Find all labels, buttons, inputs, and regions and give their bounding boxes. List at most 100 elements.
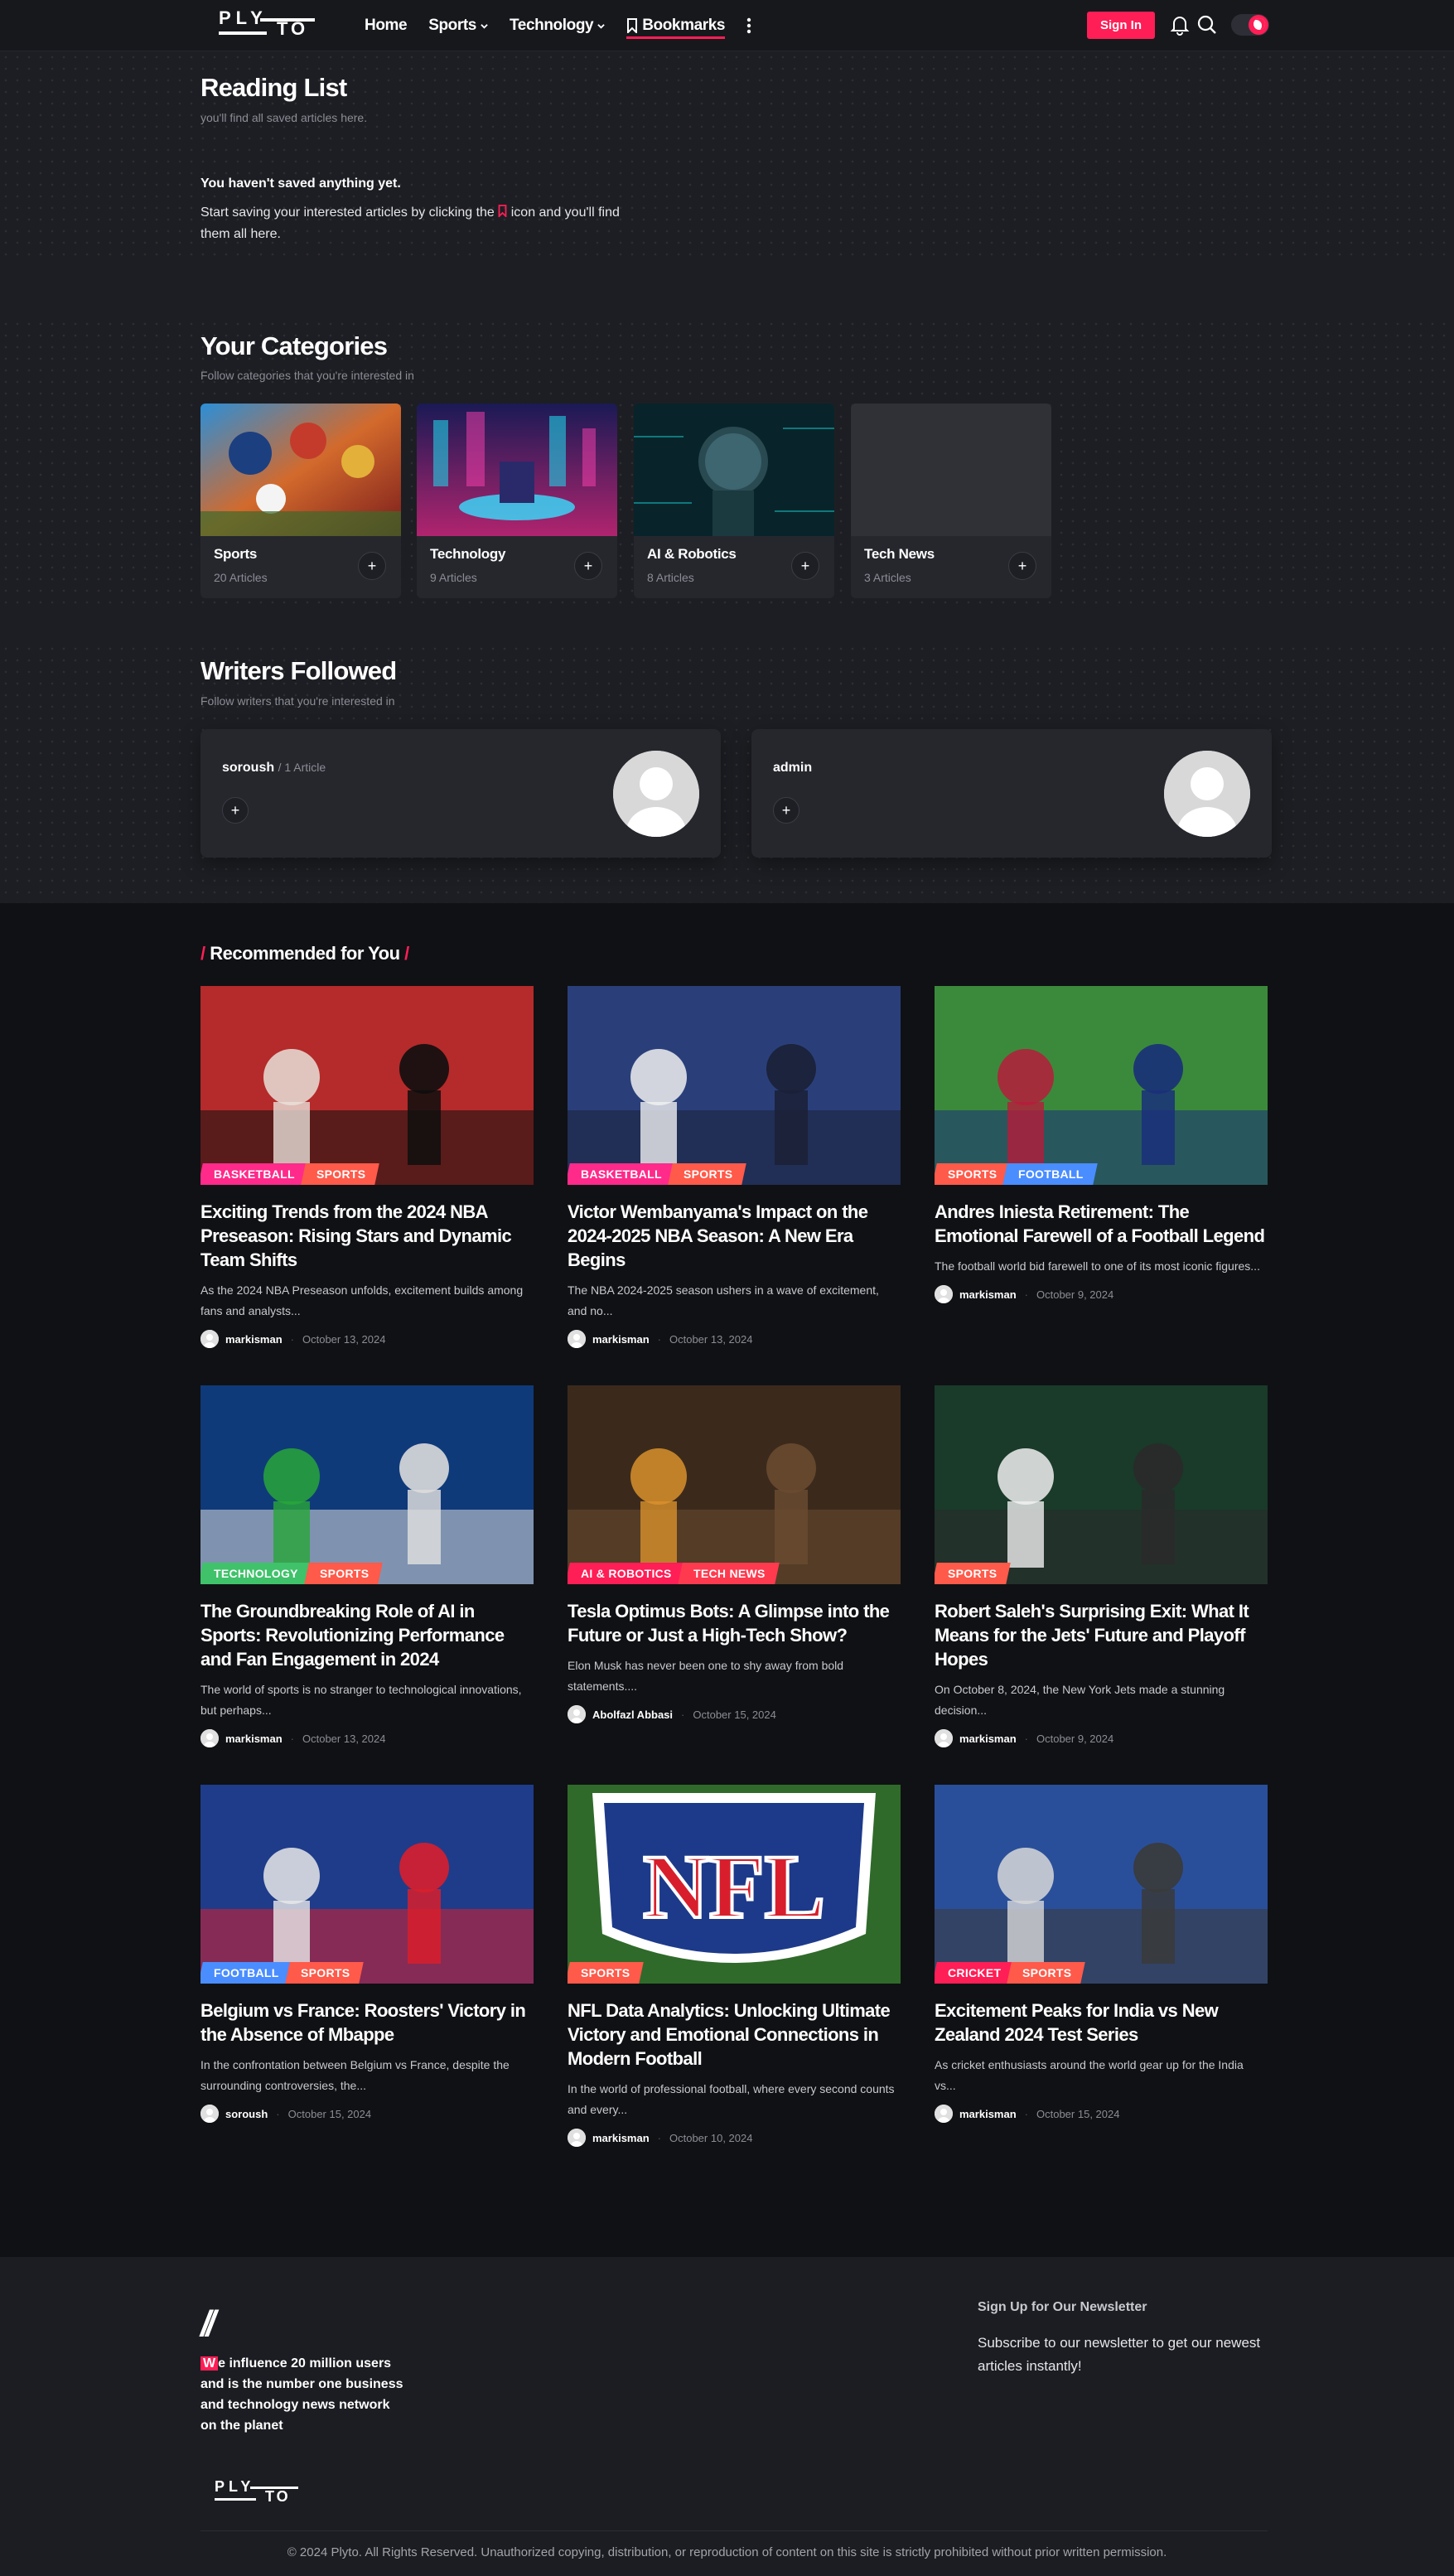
category-card-technology[interactable]: Technology 9 Articles + <box>417 404 617 598</box>
writer-name[interactable]: soroush <box>222 761 274 775</box>
post-card[interactable]: AI & ROBOTICS TECH NEWS Tesla Optimus Bot… <box>568 1385 901 1723</box>
post-author[interactable]: Abolfazl Abbasi <box>592 1708 673 1721</box>
post-author[interactable]: markisman <box>959 1288 1017 1301</box>
category-card-tech-news[interactable]: Tech News 3 Articles + <box>851 404 1051 598</box>
category-tag[interactable]: SPORTS <box>935 1563 1012 1584</box>
post-author[interactable]: markisman <box>225 1733 283 1745</box>
sign-in-button[interactable]: Sign In <box>1087 12 1155 39</box>
category-tag[interactable]: TECHNOLOGY <box>200 1563 312 1584</box>
category-card-sports[interactable]: Sports 20 Articles + <box>200 404 401 598</box>
author-avatar[interactable] <box>935 1729 953 1747</box>
category-tag[interactable]: TECH NEWS <box>677 1563 780 1584</box>
author-avatar[interactable] <box>568 2129 586 2147</box>
post-card[interactable]: BASKETBALL SPORTS Exciting Trends from th… <box>200 986 534 1348</box>
follow-writer-button[interactable]: + <box>773 797 799 824</box>
post-image-wrap[interactable]: SPORTS <box>935 1385 1268 1584</box>
post-author[interactable]: markisman <box>959 1733 1017 1745</box>
avatar[interactable] <box>613 751 699 837</box>
writer-card-soroush[interactable]: soroush / 1 Article + <box>200 729 721 858</box>
post-image[interactable] <box>200 1785 534 1984</box>
post-title[interactable]: Excitement Peaks for India vs New Zealan… <box>935 1998 1268 2047</box>
post-author[interactable]: markisman <box>959 2108 1017 2120</box>
search-icon[interactable] <box>1196 14 1218 36</box>
post-image-wrap[interactable]: FOOTBALL SPORTS <box>200 1785 534 1984</box>
post-image-wrap[interactable]: BASKETBALL SPORTS <box>568 986 901 1185</box>
category-tag[interactable]: SPORTS <box>304 1563 383 1584</box>
more-options-icon[interactable] <box>746 17 751 35</box>
post-title[interactable]: Exciting Trends from the 2024 NBA Presea… <box>200 1200 534 1272</box>
nav-bookmarks[interactable]: Bookmarks <box>626 17 725 39</box>
category-tag[interactable]: FOOTBALL <box>200 1962 293 1984</box>
follow-category-button[interactable]: + <box>1008 552 1036 580</box>
follow-category-button[interactable]: + <box>791 552 819 580</box>
post-image-wrap[interactable]: CRICKET SPORTS <box>935 1785 1268 1984</box>
post-meta: soroush · October 15, 2024 <box>200 2105 534 2123</box>
post-image[interactable] <box>568 1385 901 1584</box>
meta-separator: · <box>1024 1732 1028 1745</box>
category-card-ai-robotics[interactable]: AI & Robotics 8 Articles + <box>634 404 834 598</box>
post-title[interactable]: The Groundbreaking Role of AI in Sports:… <box>200 1599 534 1671</box>
category-tag[interactable]: CRICKET <box>935 1962 1016 1984</box>
writer-name[interactable]: admin <box>773 761 812 775</box>
post-card[interactable]: NFL SPORTS NFL Data Analytics: Unlocking… <box>568 1785 901 2147</box>
post-card[interactable]: SPORTS Robert Saleh's Surprising Exit: W… <box>935 1385 1268 1747</box>
follow-category-button[interactable]: + <box>358 552 386 580</box>
plyto-logo[interactable]: PLY TO <box>217 5 316 41</box>
category-tag[interactable]: SPORTS <box>301 1163 380 1185</box>
dark-mode-toggle[interactable] <box>1231 14 1269 36</box>
category-name: Tech News <box>864 546 935 562</box>
post-card[interactable]: SPORTS FOOTBALL Andres Iniesta Retirement… <box>935 986 1268 1303</box>
follow-category-button[interactable]: + <box>574 552 602 580</box>
post-image-wrap[interactable]: AI & ROBOTICS TECH NEWS <box>568 1385 901 1584</box>
nav-sports[interactable]: Sports <box>428 17 488 35</box>
author-avatar[interactable] <box>568 1330 586 1348</box>
post-author[interactable]: soroush <box>225 2108 268 2120</box>
post-author[interactable]: markisman <box>592 2132 650 2144</box>
author-avatar[interactable] <box>568 1705 586 1723</box>
post-title[interactable]: Victor Wembanyama's Impact on the 2024-2… <box>568 1200 901 1272</box>
post-title[interactable]: Andres Iniesta Retirement: The Emotional… <box>935 1200 1268 1248</box>
post-image[interactable] <box>200 1385 534 1584</box>
post-image-wrap[interactable]: SPORTS FOOTBALL <box>935 986 1268 1185</box>
post-image[interactable] <box>935 986 1268 1185</box>
author-avatar[interactable] <box>200 2105 219 2123</box>
category-tag[interactable]: SPORTS <box>668 1163 747 1185</box>
post-title[interactable]: Tesla Optimus Bots: A Glimpse into the F… <box>568 1599 901 1647</box>
author-avatar[interactable] <box>935 1285 953 1303</box>
footer-plyto-logo[interactable]: PLY TO <box>214 2476 300 2506</box>
category-tag[interactable]: SPORTS <box>568 1962 645 1984</box>
notification-bell-icon[interactable] <box>1169 14 1191 36</box>
category-tag[interactable]: SPORTS <box>1007 1962 1086 1984</box>
post-image-wrap[interactable]: BASKETBALL SPORTS <box>200 986 534 1185</box>
post-image[interactable] <box>935 1385 1268 1584</box>
follow-writer-button[interactable]: + <box>222 797 249 824</box>
author-avatar[interactable] <box>935 2105 953 2123</box>
author-avatar[interactable] <box>200 1330 219 1348</box>
category-tag[interactable]: SPORTS <box>935 1163 1012 1185</box>
post-card[interactable]: BASKETBALL SPORTS Victor Wembanyama's Imp… <box>568 986 901 1348</box>
post-image[interactable] <box>935 1785 1268 1984</box>
post-image[interactable] <box>200 986 534 1185</box>
post-image-wrap[interactable]: NFL SPORTS <box>568 1785 901 1984</box>
category-tag[interactable]: BASKETBALL <box>200 1163 309 1185</box>
category-tag[interactable]: SPORTS <box>284 1962 364 1984</box>
post-card[interactable]: TECHNOLOGY SPORTS The Groundbreaking Role… <box>200 1385 534 1747</box>
author-avatar[interactable] <box>200 1729 219 1747</box>
post-title[interactable]: Robert Saleh's Surprising Exit: What It … <box>935 1599 1268 1671</box>
category-tag[interactable]: BASKETBALL <box>568 1163 676 1185</box>
post-title[interactable]: NFL Data Analytics: Unlocking Ultimate V… <box>568 1998 901 2071</box>
post-author[interactable]: markisman <box>592 1333 650 1346</box>
avatar[interactable] <box>1164 751 1250 837</box>
nav-technology[interactable]: Technology <box>510 17 605 35</box>
post-title[interactable]: Belgium vs France: Roosters' Victory in … <box>200 1998 534 2047</box>
post-image[interactable]: NFL <box>568 1785 901 1984</box>
category-tag[interactable]: AI & ROBOTICS <box>568 1563 686 1584</box>
nav-home[interactable]: Home <box>365 17 408 35</box>
post-card[interactable]: FOOTBALL SPORTS Belgium vs France: Rooste… <box>200 1785 534 2123</box>
post-author[interactable]: markisman <box>225 1333 283 1346</box>
writer-card-admin[interactable]: admin + <box>751 729 1272 858</box>
post-image-wrap[interactable]: TECHNOLOGY SPORTS <box>200 1385 534 1584</box>
post-card[interactable]: CRICKET SPORTS Excitement Peaks for India… <box>935 1785 1268 2123</box>
post-image[interactable] <box>568 986 901 1185</box>
category-tag[interactable]: FOOTBALL <box>1002 1163 1098 1185</box>
